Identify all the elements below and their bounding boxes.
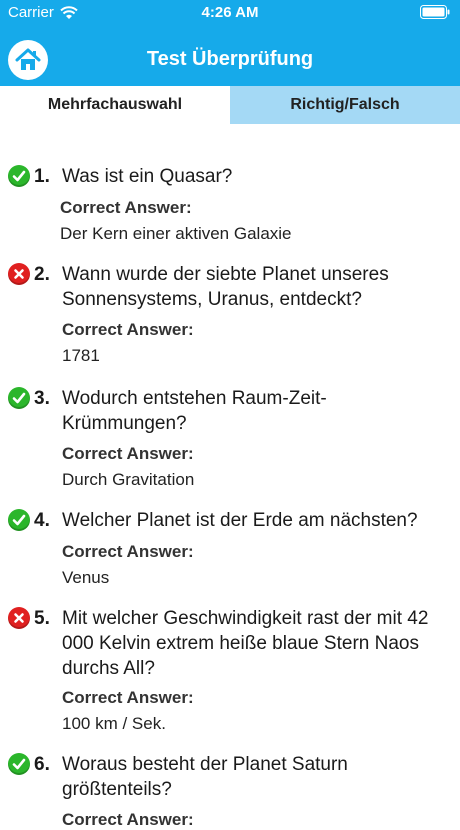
question-number: 5. xyxy=(34,608,50,629)
answer-label: Correct Answer: xyxy=(62,444,194,463)
checkmark-icon xyxy=(8,509,30,531)
question-text: Welcher Planet ist der Erde am nächsten? xyxy=(62,510,418,531)
answer-label: Correct Answer: xyxy=(60,198,192,217)
tab-true-false[interactable]: Richtig/Falsch xyxy=(230,86,460,124)
checkmark-icon xyxy=(8,753,30,775)
tab-label: Richtig/Falsch xyxy=(290,96,400,113)
answer-label: Correct Answer: xyxy=(62,320,194,339)
question-number: 4. xyxy=(34,510,50,531)
checkmark-icon xyxy=(8,387,30,409)
answer-label: Correct Answer: xyxy=(62,542,194,561)
question-number: 3. xyxy=(34,388,50,409)
question-number: 6. xyxy=(34,754,50,775)
answer-value: Durch Gravitation xyxy=(62,470,195,489)
cross-icon xyxy=(8,607,30,629)
question-number: 1. xyxy=(34,166,50,187)
question-text: Wodurch entstehen Raum-Zeit-Krümmungen? xyxy=(62,388,327,434)
tab-multiple-choice[interactable]: Mehrfachauswahl xyxy=(0,86,230,124)
answer-value: 1781 xyxy=(62,346,100,365)
checkmark-icon xyxy=(8,165,30,187)
cross-icon xyxy=(8,263,30,285)
answer-label: Correct Answer: xyxy=(62,810,194,829)
answer-value: Der Kern einer aktiven Galaxie xyxy=(60,224,292,243)
status-bar: Carrier 4:26 AM xyxy=(0,0,460,26)
answer-value: 100 km / Sek. xyxy=(62,714,166,733)
question-text: Was ist ein Quasar? xyxy=(62,166,233,187)
tab-bar: Mehrfachauswahl Richtig/Falsch xyxy=(0,86,460,124)
question-text: Wann wurde der siebte Planet unseres Son… xyxy=(62,264,389,310)
tab-label: Mehrfachauswahl xyxy=(47,96,183,113)
page-title: Test Überprüfung xyxy=(146,48,314,70)
question-text: Mit welcher Geschwindigkeit rast der mit… xyxy=(62,608,429,679)
answer-value: Venus xyxy=(62,568,110,587)
navigation-bar: Test Überprüfung xyxy=(0,26,460,86)
status-time: 4:26 AM xyxy=(201,4,259,21)
answer-label: Correct Answer: xyxy=(62,688,194,707)
question-text: Woraus besteht der Planet Saturn größten… xyxy=(62,754,348,800)
question-number: 2. xyxy=(34,264,50,285)
battery-icon xyxy=(420,5,450,19)
